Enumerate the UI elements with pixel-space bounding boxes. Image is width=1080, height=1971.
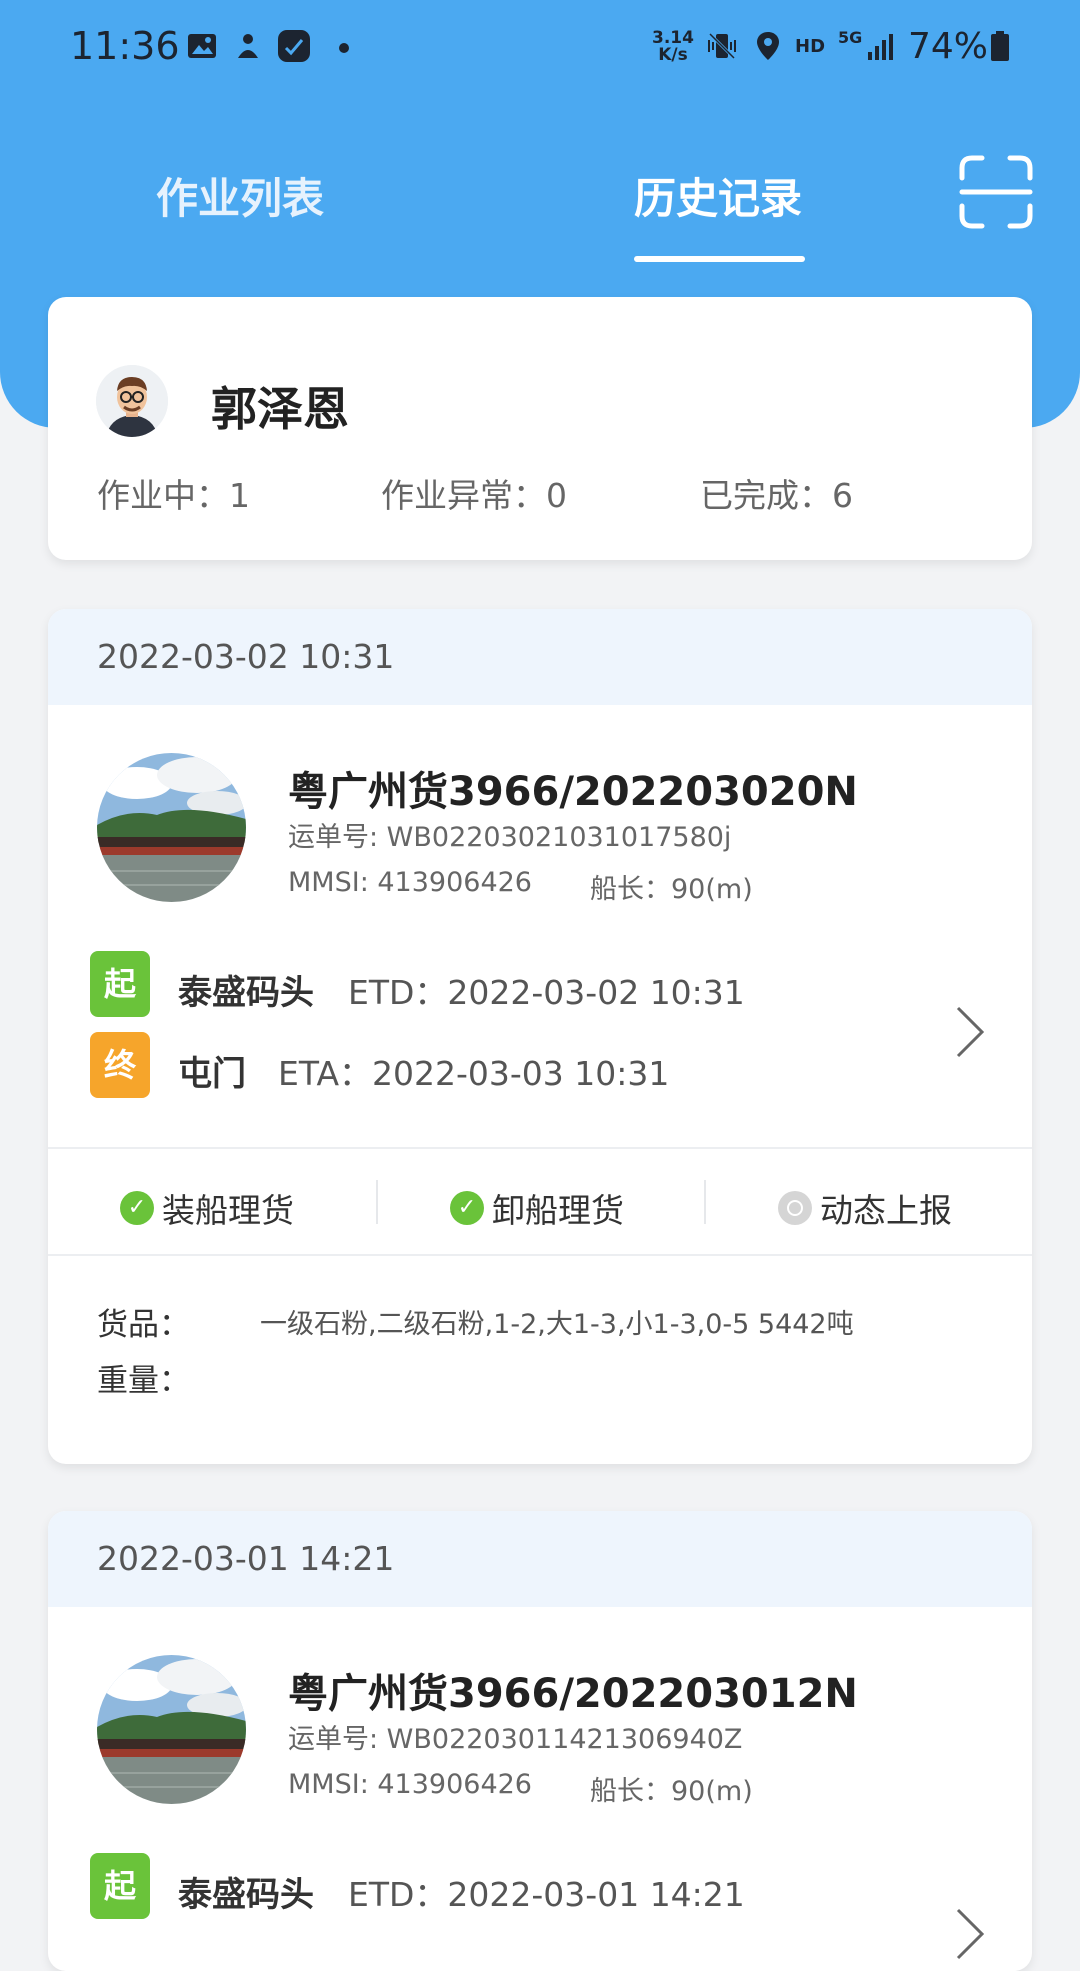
network-type: 5G xyxy=(838,28,863,47)
check-icon: ✓ xyxy=(120,1191,154,1225)
ship-title: 粤广州货3966/202203012N xyxy=(288,1671,858,1717)
waybill-number: 运单号: WB02203011421306940Z xyxy=(288,1724,743,1755)
location-icon xyxy=(757,32,779,60)
ship-photo xyxy=(97,1655,246,1804)
ship-photo xyxy=(97,753,246,902)
record-date: 2022-03-01 14:21 xyxy=(97,1539,395,1578)
stat-in-progress: 作业中：1 xyxy=(97,476,250,515)
status-time: 11:36 xyxy=(70,24,180,68)
start-port: 泰盛码头 xyxy=(178,1875,314,1915)
action-dynamic-report[interactable]: 动态上报 xyxy=(778,1184,952,1232)
action-unloading-tally[interactable]: ✓ 卸船理货 xyxy=(450,1184,624,1232)
divider xyxy=(48,1147,1032,1149)
waybill-number: 运单号: WB02203021031017580j xyxy=(288,822,732,853)
tab-history[interactable]: 历史记录 xyxy=(634,165,802,226)
separator xyxy=(376,1180,378,1224)
stat-completed: 已完成：6 xyxy=(700,476,853,515)
scan-icon[interactable] xyxy=(958,154,1034,230)
start-tag: 起 xyxy=(90,1853,150,1919)
notification-app-icon xyxy=(238,34,258,58)
ship-title: 粤广州货3966/202203020N xyxy=(288,769,858,815)
signal-icon xyxy=(868,34,893,60)
weight-label: 重量： xyxy=(97,1363,190,1399)
ship-length: 船长：90(m) xyxy=(590,1776,753,1807)
goods-label: 货品： xyxy=(97,1307,190,1343)
tab-job-list[interactable]: 作业列表 xyxy=(156,165,324,226)
start-tag: 起 xyxy=(90,951,150,1017)
record-card[interactable]: 2022-03-02 10:31 粤广州货3966/202203020N 运单号… xyxy=(48,609,1032,1464)
app-badge-icon xyxy=(278,30,310,62)
etd: ETD：2022-03-02 10:31 xyxy=(348,973,745,1012)
mmsi: MMSI: 413906426 xyxy=(288,867,532,898)
vibrate-mute-icon xyxy=(708,32,736,60)
status-bar: 11:36 3.14 K/s HD 5G 74% xyxy=(0,0,1080,96)
separator xyxy=(704,1180,706,1224)
record-date: 2022-03-02 10:31 xyxy=(97,637,395,676)
check-icon: ✓ xyxy=(450,1191,484,1225)
profile-card: 郭泽恩 作业中：1 作业异常：0 已完成：6 xyxy=(48,297,1032,560)
start-port: 泰盛码头 xyxy=(178,973,314,1013)
divider xyxy=(48,1254,1032,1256)
end-tag: 终 xyxy=(90,1032,150,1098)
record-card[interactable]: 2022-03-01 14:21 粤广州货3966/202203012N 运单号… xyxy=(48,1511,1032,1971)
stat-abnormal: 作业异常：0 xyxy=(381,476,567,515)
battery-percent: 74% xyxy=(908,26,989,67)
net-speed: 3.14 K/s xyxy=(652,28,694,65)
etd: ETD：2022-03-01 14:21 xyxy=(348,1875,745,1914)
hd-indicator: HD xyxy=(795,36,826,57)
end-port: 屯门 xyxy=(178,1054,246,1094)
chevron-right-icon[interactable] xyxy=(950,1002,990,1062)
user-name: 郭泽恩 xyxy=(211,382,349,436)
dot-icon xyxy=(339,43,349,53)
avatar xyxy=(96,365,168,437)
action-loading-tally[interactable]: ✓ 装船理货 xyxy=(120,1184,294,1232)
active-tab-indicator xyxy=(634,256,805,262)
gallery-icon xyxy=(188,34,216,58)
battery-icon xyxy=(991,31,1009,61)
mmsi: MMSI: 413906426 xyxy=(288,1769,532,1800)
goods-value: 一级石粉,二级石粉,1-2,大1-3,小1-3,0-5 5442吨 xyxy=(260,1309,854,1340)
ship-length: 船长：90(m) xyxy=(590,874,753,905)
eta: ETA：2022-03-03 10:31 xyxy=(278,1054,670,1093)
pending-icon xyxy=(778,1191,812,1225)
chevron-right-icon[interactable] xyxy=(950,1904,990,1964)
